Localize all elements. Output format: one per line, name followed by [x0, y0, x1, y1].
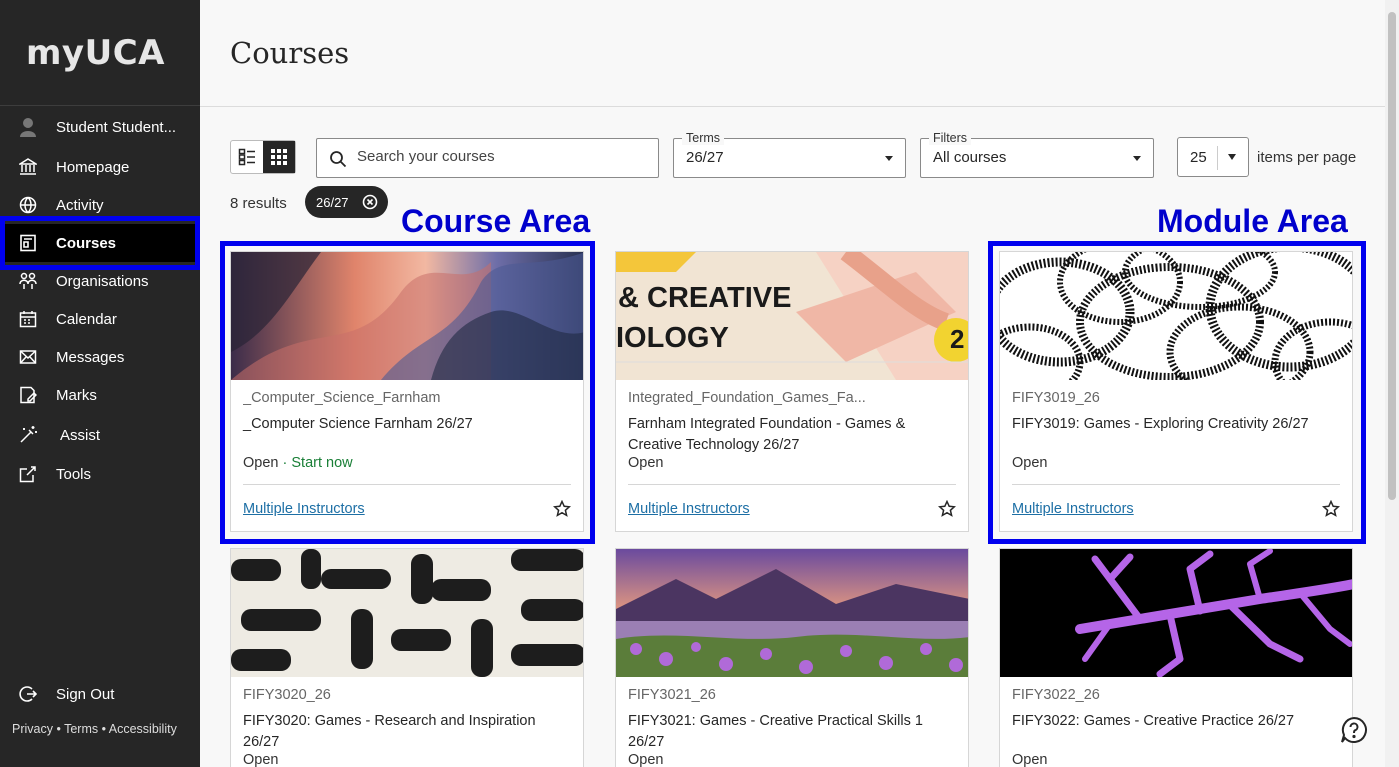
search-input[interactable]	[357, 148, 647, 165]
scrollbar[interactable]	[1385, 0, 1399, 767]
logo[interactable]: myUCA	[0, 0, 200, 106]
sidebar-item-marks[interactable]: Marks	[0, 376, 200, 414]
course-image	[231, 549, 583, 677]
course-code: _Computer_Science_Farnham	[243, 390, 441, 406]
chevron-down-icon	[885, 156, 893, 161]
page-title: Courses	[230, 36, 350, 70]
grid-view-icon	[271, 149, 287, 165]
course-status: Open	[1012, 455, 1048, 471]
remove-filter-icon[interactable]	[362, 194, 378, 210]
course-code: Integrated_Foundation_Games_Fa...	[628, 390, 866, 406]
chevron-down-icon	[1133, 156, 1141, 161]
sidebar: myUCA Student Student... Homepage Activi…	[0, 0, 200, 767]
course-card[interactable]: FIFY3021_26 FIFY3021: Games - Creative P…	[615, 548, 969, 767]
sidebar-user[interactable]: Student Student...	[0, 108, 200, 146]
course-title[interactable]: FIFY3020: Games - Research and Inspirati…	[243, 711, 568, 753]
course-title[interactable]: _Computer Science Farnham 26/27	[243, 414, 568, 435]
course-card[interactable]: _Computer_Science_Farnham _Computer Scie…	[230, 251, 584, 532]
terms-link[interactable]: Terms	[64, 722, 98, 736]
tools-icon	[18, 465, 38, 483]
course-image	[231, 252, 583, 380]
course-image	[616, 549, 968, 677]
course-status: Open	[1012, 752, 1048, 767]
sidebar-item-messages[interactable]: Messages	[0, 338, 200, 376]
course-status: Open · Start now	[243, 455, 353, 471]
sign-out-icon	[18, 685, 38, 703]
scrollbar-thumb[interactable]	[1388, 12, 1396, 500]
privacy-link[interactable]: Privacy	[12, 722, 53, 736]
sidebar-item-homepage[interactable]: Homepage	[0, 148, 200, 186]
calendar-icon	[18, 310, 38, 328]
course-code: FIFY3021_26	[628, 687, 716, 703]
course-status: Open	[243, 752, 279, 767]
results-count: 8 results	[230, 195, 287, 212]
list-view-button[interactable]	[231, 141, 263, 173]
course-card[interactable]: FIFY3020_26 FIFY3020: Games - Research a…	[230, 548, 584, 767]
course-image: & CREATIVE IOLOGY 2	[616, 252, 968, 380]
module-area-annotation: Module Area	[1157, 203, 1348, 239]
course-card[interactable]: & CREATIVE IOLOGY 2 Integrated_Foundatio…	[615, 251, 969, 532]
accessibility-link[interactable]: Accessibility	[109, 722, 177, 736]
sign-out-button[interactable]: Sign Out	[0, 675, 200, 713]
footer-links: Privacy • Terms • Accessibility	[12, 722, 177, 736]
star-icon[interactable]	[938, 500, 956, 518]
star-icon[interactable]	[553, 500, 571, 518]
sidebar-item-calendar[interactable]: Calendar	[0, 300, 200, 338]
search-box	[316, 138, 659, 178]
course-code: FIFY3020_26	[243, 687, 331, 703]
institution-icon	[18, 158, 38, 176]
items-per-page-label: items per page	[1257, 149, 1357, 166]
instructors-link[interactable]: Multiple Instructors	[1012, 501, 1134, 517]
user-name: Student Student...	[56, 118, 177, 136]
term-filter-chip: 26/27	[305, 186, 388, 218]
list-view-icon	[238, 148, 255, 166]
help-icon[interactable]	[1340, 716, 1368, 744]
user-avatar-icon	[18, 118, 38, 137]
sidebar-item-assist[interactable]: Assist	[0, 416, 200, 454]
filters-select[interactable]: Filters All courses	[920, 131, 1154, 178]
course-title[interactable]: FIFY3021: Games - Creative Practical Ski…	[628, 711, 953, 753]
course-code: FIFY3019_26	[1012, 390, 1100, 406]
marks-icon	[18, 386, 38, 404]
sidebar-item-courses[interactable]: Courses	[4, 224, 196, 262]
organisations-icon	[18, 272, 38, 290]
courses-icon	[18, 234, 38, 252]
course-image	[1000, 549, 1352, 677]
course-card[interactable]: FIFY3022_26 FIFY3022: Games - Creative P…	[999, 548, 1353, 767]
start-now-link[interactable]: · Start now	[278, 455, 353, 471]
course-card[interactable]: FIFY3019_26 FIFY3019: Games - Exploring …	[999, 251, 1353, 532]
chevron-down-icon	[1228, 154, 1236, 160]
envelope-icon	[18, 348, 38, 366]
globe-icon	[18, 196, 38, 214]
star-icon[interactable]	[1322, 500, 1340, 518]
search-icon	[329, 150, 347, 173]
course-image	[1000, 252, 1352, 380]
sidebar-item-activity[interactable]: Activity	[0, 186, 200, 224]
terms-select[interactable]: Terms 26/27	[673, 131, 906, 178]
grid-view-button[interactable]	[263, 141, 295, 173]
magic-wand-icon	[18, 426, 38, 444]
course-code: FIFY3022_26	[1012, 687, 1100, 703]
instructors-link[interactable]: Multiple Instructors	[243, 501, 365, 517]
instructors-link[interactable]: Multiple Instructors	[628, 501, 750, 517]
course-title[interactable]: Farnham Integrated Foundation - Games & …	[628, 414, 953, 456]
course-title[interactable]: FIFY3019: Games - Exploring Creativity 2…	[1012, 414, 1337, 435]
course-status: Open	[628, 455, 664, 471]
items-per-page-select[interactable]: 25	[1177, 137, 1249, 177]
course-area-annotation: Course Area	[401, 203, 591, 239]
view-toggle	[230, 140, 296, 174]
sidebar-item-organisations[interactable]: Organisations	[0, 262, 200, 300]
sidebar-item-tools[interactable]: Tools	[0, 455, 200, 493]
page-header: Courses	[200, 0, 1385, 107]
course-title[interactable]: FIFY3022: Games - Creative Practice 26/2…	[1012, 711, 1337, 732]
course-status: Open	[628, 752, 664, 767]
